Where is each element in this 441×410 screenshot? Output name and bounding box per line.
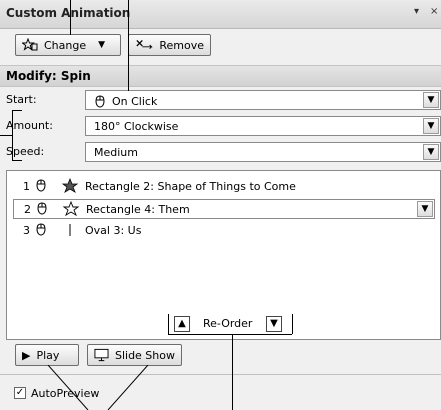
amount-value: 180° Clockwise <box>94 120 179 133</box>
autopreview-checkbox[interactable]: ✓ <box>14 387 26 399</box>
move-up-button[interactable]: ▲ <box>174 316 190 332</box>
callout-line <box>12 160 22 161</box>
callout-line <box>232 334 233 410</box>
custom-animation-pane: Custom Animation ▾ × Change ▼ Remove Mod… <box>0 0 441 410</box>
amount-label: Amount: <box>6 119 53 132</box>
callout-line <box>168 334 292 335</box>
list-item[interactable]: 1 Rectangle 2: Shape of Things to Come <box>13 177 435 197</box>
modify-title: Modify: Spin <box>6 69 91 83</box>
reorder-label: Re-Order <box>203 317 253 330</box>
play-button-label: Play <box>36 348 60 362</box>
speed-value: Medium <box>94 146 138 159</box>
callout-line <box>70 0 71 35</box>
slide-show-button[interactable]: Slide Show <box>87 344 182 366</box>
callout-line <box>168 314 169 334</box>
callout-line <box>128 0 129 91</box>
item-text: Oval 3: Us <box>85 224 142 237</box>
list-item[interactable]: 3 Oval 3: Us <box>13 221 435 241</box>
effect-timeline-icon <box>61 222 79 241</box>
slide-show-icon <box>94 348 109 362</box>
pane-titlebar: Custom Animation ▾ × <box>0 0 441 29</box>
remove-effect-icon <box>136 39 153 49</box>
check-icon: ✓ <box>15 387 25 398</box>
spin-effect-icon <box>62 200 80 220</box>
start-dropdown[interactable]: On Click ▼ <box>85 90 441 110</box>
speed-dropdown[interactable]: Medium ▼ <box>85 142 441 162</box>
chevron-down-icon[interactable]: ▼ <box>423 144 439 160</box>
pane-title: Custom Animation <box>6 6 131 20</box>
chevron-down-icon[interactable]: ▼ <box>423 118 439 134</box>
up-arrow-icon: ▲ <box>178 318 186 329</box>
mouse-icon <box>36 201 48 218</box>
modify-section-header: Modify: Spin <box>0 65 441 87</box>
mouse-icon <box>95 95 105 108</box>
list-item-selected[interactable]: 2 Rectangle 4: Them ▼ <box>13 199 435 219</box>
item-text: Rectangle 2: Shape of Things to Come <box>85 180 296 193</box>
chevron-down-icon: ▼ <box>98 40 106 50</box>
spin-effect-icon <box>61 177 79 197</box>
callout-line <box>292 314 293 334</box>
amount-dropdown[interactable]: 180° Clockwise ▼ <box>85 116 441 136</box>
chevron-down-icon[interactable]: ▼ <box>417 201 433 217</box>
mouse-icon <box>35 222 47 239</box>
down-arrow-icon: ▼ <box>270 318 278 329</box>
item-number: 1 <box>23 180 30 193</box>
play-button[interactable]: ▶ Play <box>15 344 79 366</box>
change-button[interactable]: Change ▼ <box>15 34 121 56</box>
slide-show-label: Slide Show <box>114 348 175 362</box>
mouse-icon <box>35 178 47 195</box>
add-effect-icon <box>22 38 38 51</box>
close-icon[interactable]: × <box>430 6 438 17</box>
item-number: 3 <box>23 224 30 237</box>
start-value: On Click <box>112 94 158 108</box>
callout-line <box>0 135 12 136</box>
item-number: 2 <box>24 203 31 216</box>
move-down-button[interactable]: ▼ <box>266 316 282 332</box>
callout-line <box>12 110 22 111</box>
callout-lines <box>47 365 149 410</box>
change-button-label: Change <box>44 38 87 52</box>
callout-line <box>12 110 13 160</box>
start-label: Start: <box>6 93 37 106</box>
animation-list[interactable]: 1 Rectangle 2: Shape of Things to Come 2… <box>6 170 441 340</box>
item-text: Rectangle 4: Them <box>86 203 190 216</box>
play-icon: ▶ <box>22 348 31 362</box>
remove-button-label: Remove <box>159 38 204 52</box>
remove-button[interactable]: Remove <box>128 34 211 56</box>
chevron-down-icon[interactable]: ▼ <box>423 92 439 108</box>
pane-menu-icon[interactable]: ▾ <box>414 6 419 17</box>
